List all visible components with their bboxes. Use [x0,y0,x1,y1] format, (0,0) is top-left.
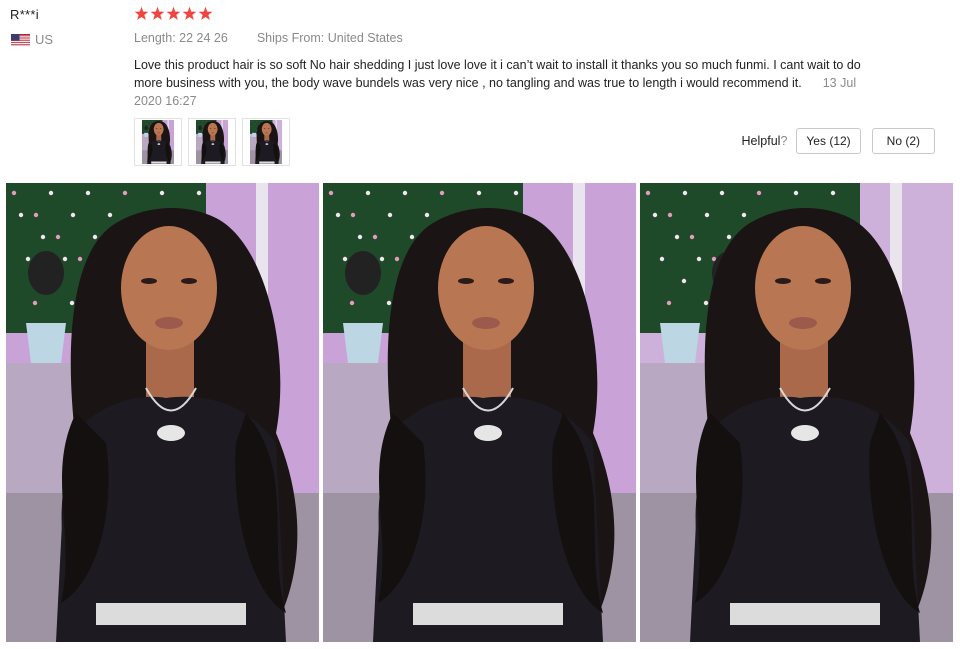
review-photo-image [6,183,319,642]
review-photo[interactable] [6,183,319,642]
us-flag-icon [11,33,30,46]
reviewer-name: R***i [10,7,39,22]
country-code: US [35,32,54,47]
star-icon [198,6,213,20]
star-icon [150,6,165,20]
review-meta: Length: 22 24 26 Ships From: United Stat… [134,31,403,45]
star-icon [166,6,181,20]
review-photo[interactable] [640,183,953,642]
review-photo-image [640,183,953,642]
review-item: R***i US Length: 22 24 26 Ships From: Un… [0,0,960,649]
helpful-label: Helpful? [741,134,788,148]
helpful-yes-button[interactable]: Yes (12) [796,128,861,154]
thumbnail-image [196,120,228,164]
helpful-no-button[interactable]: No (2) [871,128,935,154]
review-photo[interactable] [323,183,636,642]
thumbnail-image [250,120,282,164]
ships-from-attribute: Ships From: United States [256,31,403,45]
thumbnail-image [142,120,174,164]
review-text: Love this product hair is so soft No hai… [134,58,861,90]
star-icon [134,6,149,20]
review-thumbnail[interactable] [242,118,290,166]
length-attribute: Length: 22 24 26 [134,31,228,45]
review-body: Love this product hair is so soft No hai… [134,56,864,110]
helpful-vote: Helpful? Yes (12) No (2) [742,128,935,154]
star-icon [182,6,197,20]
reviewer-country: US [11,32,53,47]
helpful-question-icon[interactable]: ? [780,134,787,148]
review-photo-image [323,183,636,642]
review-thumbnail[interactable] [134,118,182,166]
rating-stars [134,6,213,21]
review-thumbnails [134,118,290,166]
review-photos [6,183,953,642]
review-thumbnail[interactable] [188,118,236,166]
